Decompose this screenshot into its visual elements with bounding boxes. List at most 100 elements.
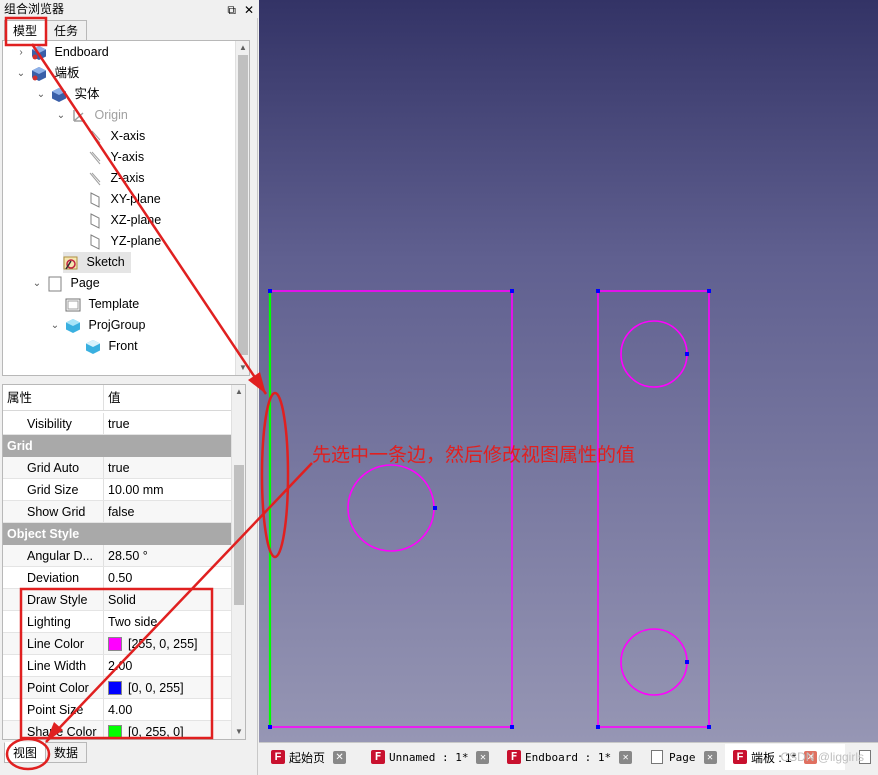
property-row-line-width[interactable]: Line Width 2.00 [3,655,231,677]
sketch-icon [63,256,78,270]
property-value: Two side [104,611,231,632]
close-icon[interactable]: ✕ [244,1,254,19]
tree-scrollbar[interactable]: ▲ ▼ [235,41,249,375]
line-color-swatch[interactable] [108,636,122,651]
property-value-text: Two side [108,614,158,629]
property-row-lighting[interactable]: Lighting Two side [3,611,231,633]
property-group-grid[interactable]: Grid [3,435,231,457]
shape-color-swatch[interactable] [108,724,122,739]
tree-item-origin[interactable]: ⌄ Origin [57,105,128,126]
property-value-text: 0.50 [108,570,133,585]
expanded-arrow-icon[interactable]: ⌄ [35,84,47,105]
property-row-visibility[interactable]: Visibility true [3,413,231,435]
tree-item-label: YZ-plane [110,234,162,249]
property-scroll-thumb[interactable] [234,465,244,605]
panel-title-text: 组合浏览器 [4,2,65,16]
property-value-text: false [108,504,135,519]
property-value-text: 10.00 mm [108,482,164,497]
hole-circle-top[interactable] [620,320,688,388]
plate-outline-right[interactable] [597,290,710,728]
expanded-arrow-icon[interactable]: ⌄ [31,273,43,294]
tree-item-label: XY-plane [110,192,161,207]
hole-circle-bottom[interactable] [620,628,688,696]
plate-outline-left[interactable] [269,290,513,728]
view-icon [86,339,100,354]
axis-icon [89,151,101,165]
hole-circle-left[interactable] [347,464,435,552]
tree-item-xz-plane[interactable]: XZ-plane [87,210,161,231]
tree-item-yz-plane[interactable]: YZ-plane [87,231,161,252]
close-icon[interactable]: ✕ [619,750,633,764]
sketch-drawing[interactable] [259,0,878,742]
property-value: 0.50 [104,567,231,588]
tab-view[interactable]: 视图 [4,742,47,763]
property-group-object-style[interactable]: Object Style [3,523,231,545]
property-row-deviation[interactable]: Deviation 0.50 [3,567,231,589]
vertex-point [596,725,600,729]
tree-item-template[interactable]: Template [65,294,139,315]
property-name: Draw Style [3,589,104,610]
3d-viewport[interactable] [259,0,878,742]
tree-item-z-axis[interactable]: Z-axis [87,168,145,189]
expanded-arrow-icon[interactable]: ⌄ [49,315,61,336]
tree-item-x-axis[interactable]: X-axis [87,126,145,147]
tree-item-y-axis[interactable]: Y-axis [87,147,144,168]
tab-data[interactable]: 数据 [45,742,88,763]
property-row-point-color[interactable]: Point Color [0, 0, 255] [3,677,231,699]
collapsed-arrow-icon[interactable]: › [15,42,27,63]
freecad-icon: F [271,750,285,764]
tree-item-page[interactable]: ⌄ Page [33,273,100,294]
value-column-header: 值 [108,391,121,405]
property-row-grid-auto[interactable]: Grid Auto true [3,457,231,479]
tree-item-solid[interactable]: ⌄ 实体 [37,84,100,105]
expanded-arrow-icon[interactable]: ⌄ [55,105,67,126]
vertex-point [685,660,689,664]
doc-tab-start-page[interactable]: F 起始页 ✕ [263,744,347,770]
tree-scroll-thumb[interactable] [238,55,248,355]
tree-item-projgroup[interactable]: ⌄ ProjGroup [51,315,146,336]
doc-tab-endboard[interactable]: F Endboard : 1* ✕ [499,744,633,770]
property-row-angular-deflection[interactable]: Angular D... 28.50 ° [3,545,231,567]
doc-tab-page[interactable]: Page ✕ [643,744,717,770]
expanded-arrow-icon[interactable]: ⌄ [15,63,27,84]
property-row-draw-style[interactable]: Draw Style Solid [3,589,231,611]
property-scrollbar[interactable]: ▲ ▼ [231,385,245,739]
property-row-shape-color[interactable]: Shape Color [0, 255, 0] [3,721,231,739]
property-row-line-color[interactable]: Line Color [255, 0, 255] [3,633,231,655]
vertex-point [707,289,711,293]
tree-item-xy-plane[interactable]: XY-plane [87,189,161,210]
point-color-swatch[interactable] [108,680,122,695]
property-name: Deviation [3,567,104,588]
close-icon[interactable]: ✕ [703,750,717,764]
tree-item-label: ProjGroup [88,318,146,333]
scroll-down-icon[interactable]: ▼ [236,361,249,375]
close-icon[interactable]: ✕ [333,750,347,764]
doc-tab-unnamed[interactable]: F Unnamed : 1* ✕ [363,744,490,770]
vertex-point [707,725,711,729]
panel-title: 组合浏览器 ⧉ ✕ [0,0,258,18]
scroll-down-icon[interactable]: ▼ [232,725,245,739]
tree-item-endboard[interactable]: › Endboard [19,42,109,63]
axis-icon [89,130,101,144]
close-icon[interactable]: ✕ [476,750,490,764]
property-name: Grid Auto [3,457,104,478]
property-row-point-size[interactable]: Point Size 4.00 [3,699,231,721]
tab-tasks[interactable]: 任务 [45,20,88,41]
sketch-vertices [268,289,711,729]
property-name: Visibility [3,413,104,434]
vertex-point [510,289,514,293]
property-column-header: 属性 [3,385,104,410]
template-icon [65,298,81,312]
property-editor: 属性 值 Visibility true Grid Grid Auto true… [2,384,246,740]
property-name: Line Color [3,633,104,654]
tab-model[interactable]: 模型 [4,20,47,41]
float-icon[interactable]: ⧉ [227,1,236,19]
tree-item-label: Sketch [86,255,125,270]
property-row-grid-size[interactable]: Grid Size 10.00 mm [3,479,231,501]
scroll-up-icon[interactable]: ▲ [236,41,249,55]
tree-item-sketch[interactable]: Sketch [63,252,131,273]
tree-item-duanban[interactable]: ⌄ 端板 [17,63,80,84]
tree-item-front[interactable]: Front [85,336,138,357]
property-row-show-grid[interactable]: Show Grid false [3,501,231,523]
scroll-up-icon[interactable]: ▲ [232,385,245,399]
